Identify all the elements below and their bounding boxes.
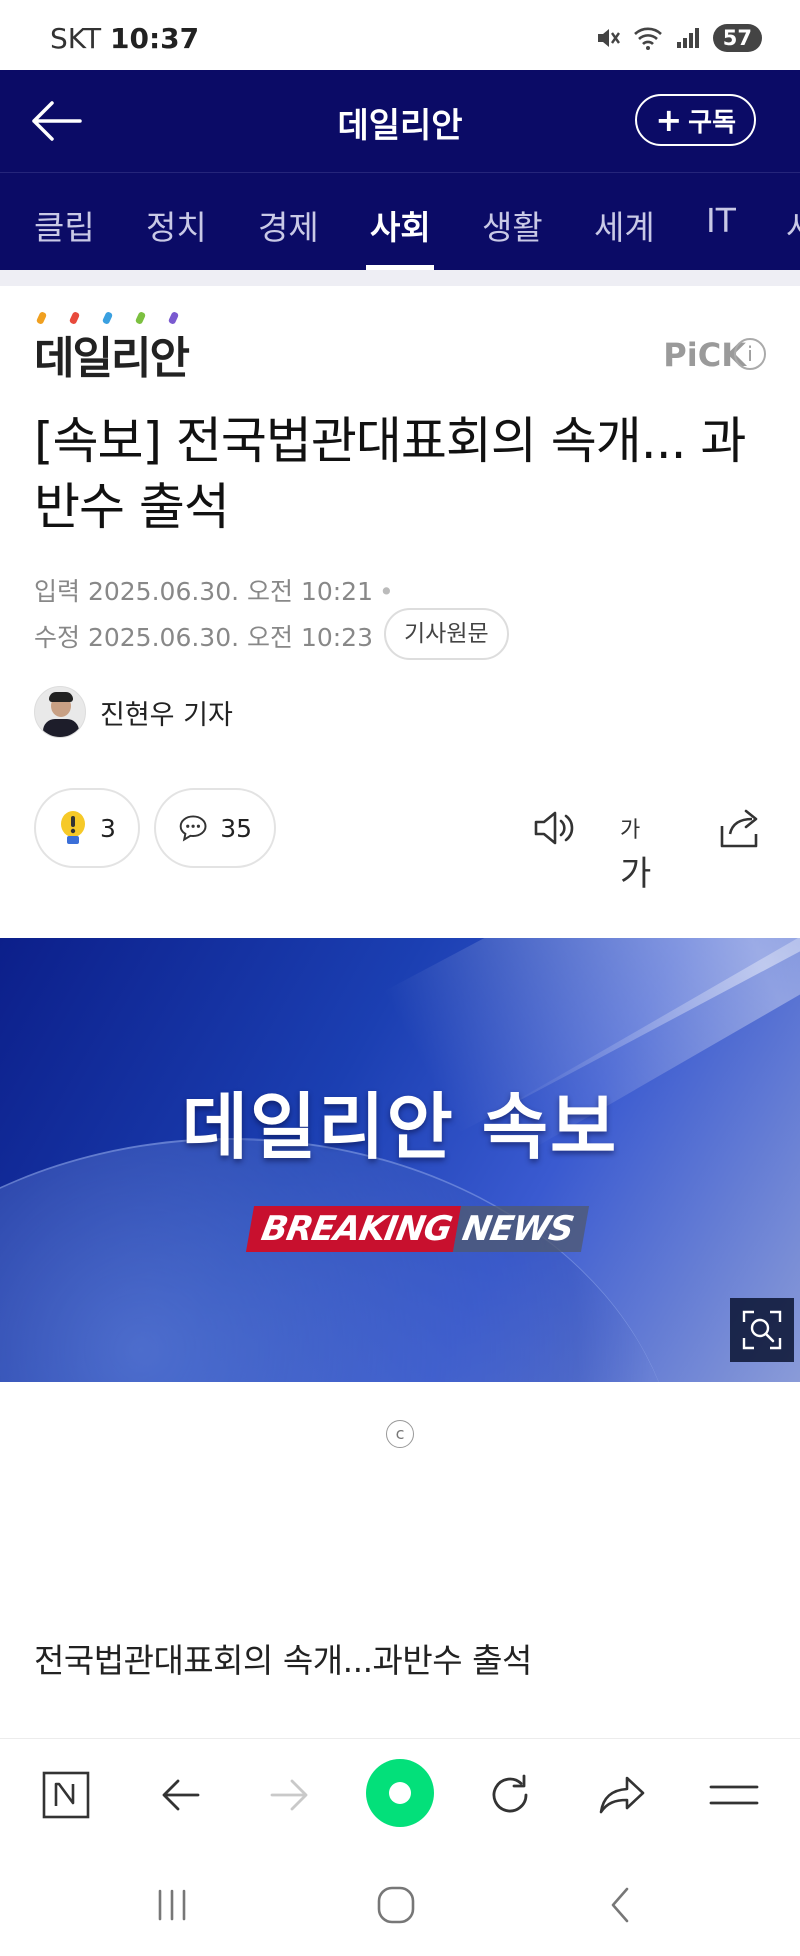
status-bar: SKT 10:37 57 [0,0,800,70]
reaction-count: 3 [100,813,116,843]
input-label: 입력 [34,577,81,606]
system-nav-bar [0,1852,800,1956]
subscribe-button[interactable]: + 구독 [635,94,756,146]
author-avatar [34,686,86,738]
tab-world[interactable]: 세계 [594,201,655,249]
menu-icon [709,1785,759,1805]
system-back-button[interactable] [590,1880,650,1930]
breaking-label: BREAKING [245,1206,462,1252]
reaction-button[interactable]: 3 [34,788,140,868]
comment-count: 35 [220,813,252,843]
naver-button[interactable] [36,1765,96,1825]
article-image[interactable]: 데일리안 속보 BREAKING NEWS [0,938,800,1382]
browser-back-button[interactable] [150,1765,210,1825]
status-icons: 57 [595,24,762,52]
lightbulb-icon [61,811,85,844]
input-date: 2025.06.30. 오전 10:21 [87,577,373,606]
share-button[interactable] [716,804,764,852]
speaker-icon [534,811,574,845]
article-body-first-line: 전국법관대표회의 속개...과반수 출석 [34,1641,532,1680]
comment-button[interactable]: 35 [154,788,276,868]
original-article-button[interactable]: 기사원문 [384,608,509,660]
section-divider [0,270,800,286]
zoom-icon [742,1310,782,1350]
press-logo[interactable]: 데일리안 [34,311,190,386]
tab-economy[interactable]: 경제 [258,201,319,249]
naver-home-button[interactable] [366,1759,434,1827]
comment-icon [179,815,207,842]
home-icon [377,1886,415,1924]
image-title: 데일리안 속보 [181,1085,619,1169]
tab-it[interactable]: IT [706,201,736,240]
signal-icon [676,28,699,48]
globe-graphic [0,1138,680,1382]
tab-clip[interactable]: 클립 [34,201,95,249]
image-zoom-button[interactable] [730,1298,794,1362]
menu-button[interactable] [704,1765,764,1825]
press-logo-text: 데일리안 [34,333,190,384]
arrow-left-icon [32,101,82,141]
modified-date: 2025.06.30. 오전 10:23 [87,623,373,652]
recent-apps-button[interactable] [142,1880,202,1930]
back-button[interactable] [28,98,84,144]
tts-button[interactable] [530,804,578,852]
app-header: 데일리안 + 구독 [0,70,800,172]
tab-politics[interactable]: 정치 [146,201,207,249]
font-size-small: 가 [620,818,641,843]
tab-society[interactable]: 사회 [370,201,431,249]
subscribe-label: 구독 [688,107,736,138]
breaking-news-banner: BREAKING NEWS [240,1206,595,1252]
font-size-large: 가 [620,854,652,894]
share-icon [720,809,758,848]
arrow-right-icon [270,1779,308,1811]
browser-toolbar [0,1738,800,1852]
category-tabs: 클립 정치 경제 사회 생활 세계 IT 사 [0,172,800,270]
modified-date-line: 수정 2025.06.30. 오전 10:23 [34,618,373,654]
author-row[interactable]: 진현우 기자 [34,686,233,738]
author-name: 진현우 기자 [100,699,233,731]
modified-label: 수정 [34,623,81,652]
news-label: NEWS [452,1206,589,1252]
logo-dots [35,311,180,325]
chevron-left-icon [611,1887,629,1923]
plus-icon: + [655,101,683,139]
separator-dot: • [379,577,394,606]
browser-forward-button[interactable] [260,1765,320,1825]
wifi-icon [633,27,662,50]
carrier-label: SKT [50,22,102,55]
recents-icon [158,1889,186,1921]
browser-share-button[interactable] [592,1765,652,1825]
input-date-line: 입력 2025.06.30. 오전 10:21 • [34,572,394,608]
refresh-button[interactable] [480,1765,540,1825]
home-dot-icon [389,1782,411,1804]
info-icon[interactable]: i [734,338,766,370]
battery-indicator: 57 [712,24,762,52]
tab-more[interactable]: 사 [786,201,800,249]
clock: 10:37 [110,22,200,55]
naver-n-icon [42,1771,90,1819]
mute-icon [597,29,620,47]
article-headline: [속보] 전국법관대표회의 속개... 과반수 출석 [34,412,746,536]
arrow-left-icon [162,1779,200,1811]
refresh-icon [492,1774,528,1813]
home-button[interactable] [366,1880,426,1930]
tab-life[interactable]: 생활 [482,201,543,249]
copyright-icon[interactable]: c [386,1420,414,1448]
share-arrow-icon [599,1776,645,1814]
font-size-button[interactable]: 가가 [620,806,668,894]
